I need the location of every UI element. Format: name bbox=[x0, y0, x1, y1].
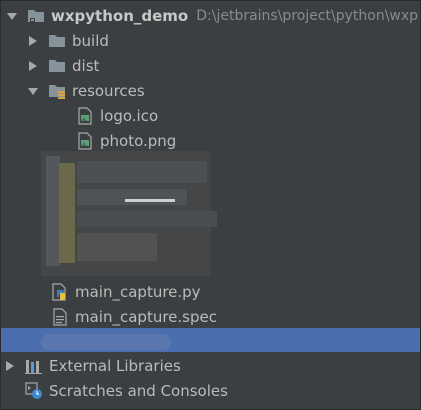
tree-item-label: main_capture.spec bbox=[75, 307, 217, 326]
obscured-area bbox=[41, 151, 217, 276]
tree-row-project-root[interactable]: wxpython_demo D:\jetbrains\project\pytho… bbox=[1, 3, 420, 28]
tree-row-scratches-and-consoles[interactable]: Scratches and Consoles bbox=[1, 378, 420, 403]
tree-item-label: build bbox=[72, 31, 109, 50]
tree-row-logo-ico[interactable]: logo.ico bbox=[1, 103, 420, 128]
tree-row-build[interactable]: build bbox=[1, 28, 420, 53]
project-tree[interactable]: wxpython_demo D:\jetbrains\project\pytho… bbox=[0, 0, 421, 410]
tree-row-dist[interactable]: dist bbox=[1, 53, 420, 78]
tree-item-label: resources bbox=[72, 81, 145, 100]
tree-row-external-libraries[interactable]: External Libraries bbox=[1, 353, 420, 378]
folder-icon bbox=[48, 32, 66, 50]
chevron-right-icon[interactable] bbox=[5, 360, 15, 371]
library-icon bbox=[25, 357, 43, 375]
scratches-icon bbox=[25, 381, 43, 400]
chevron-down-icon[interactable] bbox=[28, 86, 38, 96]
project-path: D:\jetbrains\project\python\wxp bbox=[196, 7, 419, 24]
image-file-icon bbox=[76, 131, 94, 150]
tree-row-main-capture-py[interactable]: main_capture.py bbox=[1, 279, 420, 304]
tree-row-selected[interactable] bbox=[1, 328, 420, 352]
folder-icon bbox=[48, 57, 66, 75]
tree-item-label: photo.png bbox=[100, 131, 177, 150]
chevron-right-icon[interactable] bbox=[28, 35, 38, 46]
chevron-down-icon[interactable] bbox=[7, 11, 17, 21]
resources-folder-icon bbox=[48, 82, 66, 100]
tree-item-label: Scratches and Consoles bbox=[49, 381, 228, 400]
tree-row-resources[interactable]: resources bbox=[1, 78, 420, 103]
tree-row-photo-png[interactable]: photo.png bbox=[1, 128, 420, 153]
python-file-icon bbox=[51, 282, 69, 301]
image-file-icon bbox=[76, 106, 94, 125]
tree-item-label: main_capture.py bbox=[75, 282, 201, 301]
tree-item-label: External Libraries bbox=[49, 356, 181, 375]
tree-item-label: dist bbox=[72, 56, 100, 75]
obscured-selection-content bbox=[41, 334, 171, 350]
folder-icon bbox=[27, 7, 45, 25]
tree-item-label: logo.ico bbox=[100, 106, 159, 125]
chevron-right-icon[interactable] bbox=[28, 60, 38, 71]
text-file-icon bbox=[51, 307, 69, 326]
tree-row-main-capture-spec[interactable]: main_capture.spec bbox=[1, 304, 420, 329]
project-name: wxpython_demo bbox=[51, 6, 189, 25]
